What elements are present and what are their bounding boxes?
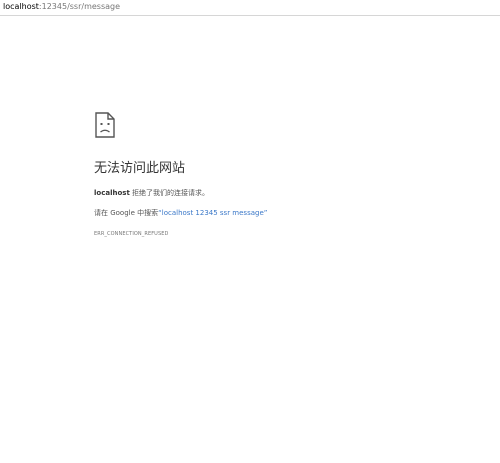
error-host: localhost xyxy=(94,189,130,197)
search-suggestion: 请在 Google 中搜索“localhost 12345 ssr messag… xyxy=(94,208,474,218)
address-host: localhost xyxy=(3,2,39,11)
error-desc-text: 拒绝了我们的连接请求。 xyxy=(129,189,210,197)
address-path: :12345/ssr/message xyxy=(38,2,121,11)
error-description: localhost 拒绝了我们的连接请求。 xyxy=(94,188,474,198)
error-content: 无法访问此网站 localhost 拒绝了我们的连接请求。 请在 Google … xyxy=(94,112,474,238)
sad-page-icon xyxy=(95,112,115,138)
google-search-link[interactable]: “localhost 12345 ssr message” xyxy=(158,209,267,217)
error-code: ERR_CONNECTION_REFUSED xyxy=(94,231,169,237)
search-prefix: 请在 Google 中搜索 xyxy=(94,209,159,217)
address-bar[interactable]: localhost:12345/ssr/message xyxy=(0,0,500,16)
error-title: 无法访问此网站 xyxy=(94,161,186,176)
